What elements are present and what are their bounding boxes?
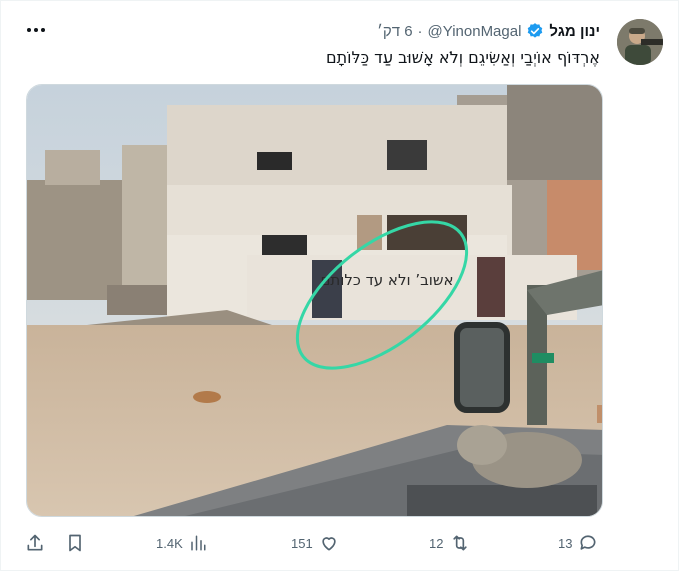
tweet-actions: 1.4K 151 12 13 [1,529,679,557]
share-icon [27,534,43,551]
retweet-button[interactable]: 12 [429,529,471,557]
bookmark-icon [69,534,81,552]
heart-icon [322,537,336,551]
more-options-button[interactable] [25,21,47,39]
retweets-count: 12 [429,535,444,551]
separator-dot: · [417,22,423,40]
reply-button[interactable]: 13 [558,529,598,557]
tweet-header: ינון מגל @YinonMagal · 6 דק׳ [377,20,600,42]
views-count: 1.4K [156,535,183,551]
display-name[interactable]: ינון מגל [549,23,600,40]
replies-count: 13 [558,535,573,551]
tweet-card[interactable]: ינון מגל @YinonMagal · 6 דק׳ אֶרְדּוֹף א… [0,0,679,571]
retweet-icon [453,535,468,551]
reply-icon [580,535,596,550]
avatar[interactable] [617,19,663,65]
likes-count: 151 [291,535,313,551]
bookmark-button[interactable] [65,529,85,557]
views-icon [191,535,206,551]
graffiti-text: אשובʼ ולא עד כלותם [320,271,453,289]
more-icon [27,28,45,32]
like-button[interactable]: 151 [291,529,339,557]
tweet-photo[interactable]: אשובʼ ולא עד כלותם [26,84,603,517]
handle[interactable]: @YinonMagal [428,23,522,40]
tweet-text: אֶרְדּוֹף אוֹיְבַי וְאַשִּׂיגֵם וְלֹא אָ… [326,48,600,67]
verified-badge-icon [526,22,544,40]
views-button[interactable]: 1.4K [156,529,207,557]
timestamp[interactable]: 6 דק׳ [377,23,412,40]
share-button[interactable] [25,529,45,557]
